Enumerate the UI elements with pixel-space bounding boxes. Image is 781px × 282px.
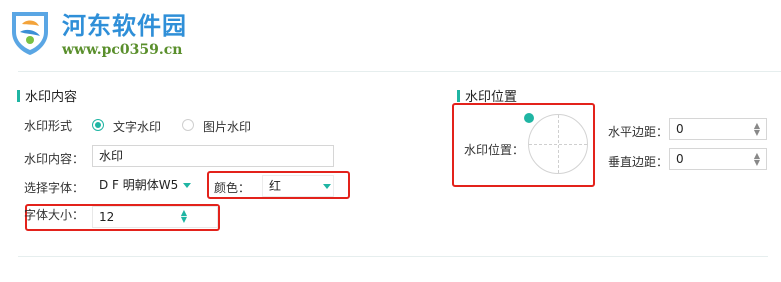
h-margin-value: 0	[676, 122, 684, 136]
v-margin-label: 垂直边距：	[608, 155, 669, 169]
image-watermark-radio[interactable]	[182, 119, 196, 133]
content-section-title: 水印内容	[17, 86, 77, 105]
position-picker[interactable]	[528, 114, 588, 174]
font-size-label: 字体大小：	[24, 208, 85, 222]
dial-vertical-axis	[558, 115, 559, 173]
v-margin-value: 0	[676, 152, 684, 166]
font-label: 选择字体：	[24, 181, 85, 195]
content-label: 水印内容：	[24, 152, 85, 166]
watermark-form-label: 水印形式	[24, 119, 73, 133]
caret-down-icon	[183, 183, 191, 188]
font-size-stepper[interactable]: 12	[92, 206, 218, 228]
font-select-value: D F 明朝体W5	[99, 178, 179, 192]
radio-unchecked-icon	[182, 119, 194, 131]
font-size-value: 12	[99, 210, 115, 224]
position-label: 水印位置：	[464, 143, 525, 157]
top-divider	[18, 71, 781, 72]
image-watermark-label[interactable]: 图片水印	[203, 118, 251, 135]
spinner-arrows-icon[interactable]: ▲ ▼	[180, 209, 188, 224]
bottom-divider	[18, 256, 768, 257]
content-input[interactable]: 水印	[92, 145, 334, 167]
spinner-arrows-icon[interactable]: ▲ ▼	[753, 152, 761, 167]
text-watermark-radio[interactable]	[92, 119, 106, 133]
color-label: 颜色：	[214, 181, 251, 195]
color-select-value: 红	[269, 179, 282, 193]
spinner-arrows-icon[interactable]: ▲ ▼	[753, 122, 761, 137]
h-margin-label: 水平边距：	[608, 125, 669, 139]
shield-logo-icon	[12, 12, 48, 55]
text-watermark-label[interactable]: 文字水印	[113, 118, 161, 135]
position-handle[interactable]	[524, 113, 534, 123]
caret-down-icon	[323, 184, 331, 189]
watermark-url: www.pc0359.cn	[62, 42, 183, 58]
watermark-title: 河东软件园	[62, 11, 187, 40]
radio-checked-icon	[92, 119, 104, 131]
